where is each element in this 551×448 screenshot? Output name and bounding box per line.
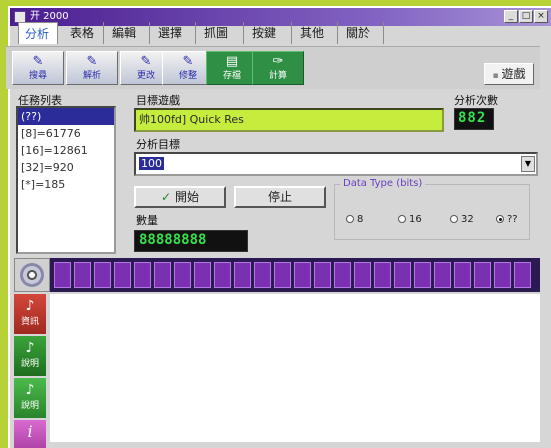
tool-label: 存檔 bbox=[222, 71, 241, 81]
progress-cell bbox=[334, 262, 351, 288]
progress-cell bbox=[274, 262, 291, 288]
radio-label: 8 bbox=[357, 214, 364, 225]
progress-cell bbox=[134, 262, 151, 288]
game-button[interactable]: ▪ 遊戲 bbox=[484, 63, 534, 85]
save-button[interactable]: ▤ 存檔 bbox=[206, 51, 258, 85]
progress-cell bbox=[154, 262, 171, 288]
side-button-label: 說明 bbox=[20, 401, 39, 411]
radio-label: 16 bbox=[409, 214, 422, 225]
list-item[interactable]: [16]=12861 bbox=[18, 142, 114, 159]
data-type-auto-radio[interactable]: ?? bbox=[496, 214, 518, 225]
progress-cell bbox=[54, 262, 71, 288]
radio-selected-icon bbox=[496, 215, 504, 223]
search-button[interactable]: ✎ 搜尋 bbox=[12, 51, 64, 85]
note-icon: ♪ bbox=[25, 382, 35, 398]
data-type-8-radio[interactable]: 8 bbox=[346, 214, 363, 225]
progress-cell bbox=[374, 262, 391, 288]
progress-cell bbox=[434, 262, 451, 288]
progress-cell bbox=[74, 262, 91, 288]
data-type-label: Data Type (bits) bbox=[340, 178, 426, 189]
analysis-target-field[interactable]: 100 ▼ bbox=[134, 152, 538, 176]
progress-cell bbox=[114, 262, 131, 288]
pen-icon: ✑ bbox=[272, 54, 284, 69]
data-type-32-radio[interactable]: 32 bbox=[450, 214, 474, 225]
task-list[interactable]: (??) [8]=61776 [16]=12861 [32]=920 [*]=1… bbox=[16, 106, 116, 254]
analysis-count-value: 882 bbox=[458, 110, 487, 126]
chevron-down-icon[interactable]: ▼ bbox=[521, 156, 535, 172]
progress-cell bbox=[194, 262, 211, 288]
guide-side-button[interactable]: ♪ 說明 bbox=[14, 378, 46, 418]
note-icon: ♪ bbox=[25, 298, 35, 314]
start-button-label: 開始 bbox=[174, 190, 199, 204]
help-side-button[interactable]: ♪ 說明 bbox=[14, 336, 46, 376]
progress-cell bbox=[494, 262, 511, 288]
tool-label: 計算 bbox=[268, 71, 287, 81]
close-button[interactable]: × bbox=[534, 10, 548, 23]
list-item[interactable]: [32]=920 bbox=[18, 159, 114, 176]
progress-cell bbox=[94, 262, 111, 288]
progress-cell bbox=[294, 262, 311, 288]
parse-button[interactable]: ✎ 解析 bbox=[66, 51, 118, 85]
radio-icon bbox=[346, 215, 354, 223]
side-button-label: 說明 bbox=[20, 359, 39, 369]
info-side-button[interactable]: ♪ 資訊 bbox=[14, 294, 46, 334]
data-type-group bbox=[334, 184, 530, 240]
data-type-16-radio[interactable]: 16 bbox=[398, 214, 422, 225]
progress-cell bbox=[234, 262, 251, 288]
analysis-target-value: 100 bbox=[139, 157, 164, 170]
side-button-label: 資訊 bbox=[20, 317, 39, 327]
analysis-count-label: 分析次數 bbox=[454, 94, 498, 107]
progress-cell bbox=[254, 262, 271, 288]
progress-cell bbox=[454, 262, 471, 288]
tab-capture[interactable]: 抓圖 bbox=[198, 22, 244, 44]
tab-other[interactable]: 其他 bbox=[294, 22, 338, 44]
progress-cell bbox=[214, 262, 231, 288]
tool-label: 搜尋 bbox=[28, 71, 47, 81]
progress-strip bbox=[14, 258, 540, 292]
target-game-field[interactable]: 帅100fd] Quick Res bbox=[134, 108, 444, 132]
tab-about[interactable]: 關於 bbox=[340, 22, 384, 44]
game-button-label: 遊戲 bbox=[501, 67, 526, 81]
progress-cell bbox=[394, 262, 411, 288]
radio-icon bbox=[398, 215, 406, 223]
calculate-button[interactable]: ✑ 計算 bbox=[252, 51, 304, 85]
radio-icon bbox=[450, 215, 458, 223]
quantity-value: 88888888 bbox=[139, 232, 207, 248]
tool-label: 解析 bbox=[82, 71, 101, 81]
toolbar: ✎ 搜尋 ✎ 解析 ✎ 更改 ✎ 修整 ▤ 存檔 ✑ 計算 ▪ 遊戲 bbox=[6, 46, 540, 89]
progress-cell bbox=[174, 262, 191, 288]
tab-keys[interactable]: 按鍵 bbox=[246, 22, 292, 44]
quantity-label: 數量 bbox=[136, 214, 158, 227]
stop-button[interactable]: 停止 bbox=[234, 186, 326, 208]
search-icon: ✎ bbox=[32, 54, 44, 69]
radio-label: ?? bbox=[507, 214, 518, 225]
progress-cell bbox=[414, 262, 431, 288]
note-icon: ♪ bbox=[25, 340, 35, 356]
tab-table[interactable]: 表格 bbox=[64, 22, 104, 44]
tab-edit[interactable]: 編輯 bbox=[106, 22, 150, 44]
tab-analysis[interactable]: 分析 bbox=[18, 22, 58, 44]
target-game-label: 目標遊戲 bbox=[136, 94, 180, 107]
progress-cell bbox=[314, 262, 331, 288]
main-content-area bbox=[50, 294, 540, 442]
list-item[interactable]: (??) bbox=[18, 108, 114, 125]
list-item[interactable]: [8]=61776 bbox=[18, 125, 114, 142]
info-icon: i bbox=[27, 422, 33, 441]
progress-cell bbox=[474, 262, 491, 288]
progress-cell bbox=[514, 262, 531, 288]
analysis-count-display: 882 bbox=[454, 108, 494, 130]
disc-icon bbox=[14, 258, 50, 292]
tab-select[interactable]: 選擇 bbox=[152, 22, 196, 44]
tab-bar: 分析 表格 編輯 選擇 抓圖 按鍵 其他 關於 bbox=[6, 22, 536, 44]
radio-label: 32 bbox=[461, 214, 474, 225]
start-button[interactable]: ✓ 開始 bbox=[134, 186, 226, 208]
quantity-display: 88888888 bbox=[134, 230, 248, 252]
progress-cell bbox=[354, 262, 371, 288]
list-item[interactable]: [*]=185 bbox=[18, 176, 114, 193]
save-icon: ▤ bbox=[225, 54, 239, 69]
tool-icon: ✎ bbox=[86, 54, 98, 69]
check-icon: ✓ bbox=[161, 190, 172, 204]
analysis-target-label: 分析目標 bbox=[136, 138, 180, 151]
about-side-button[interactable]: i bbox=[14, 420, 46, 448]
